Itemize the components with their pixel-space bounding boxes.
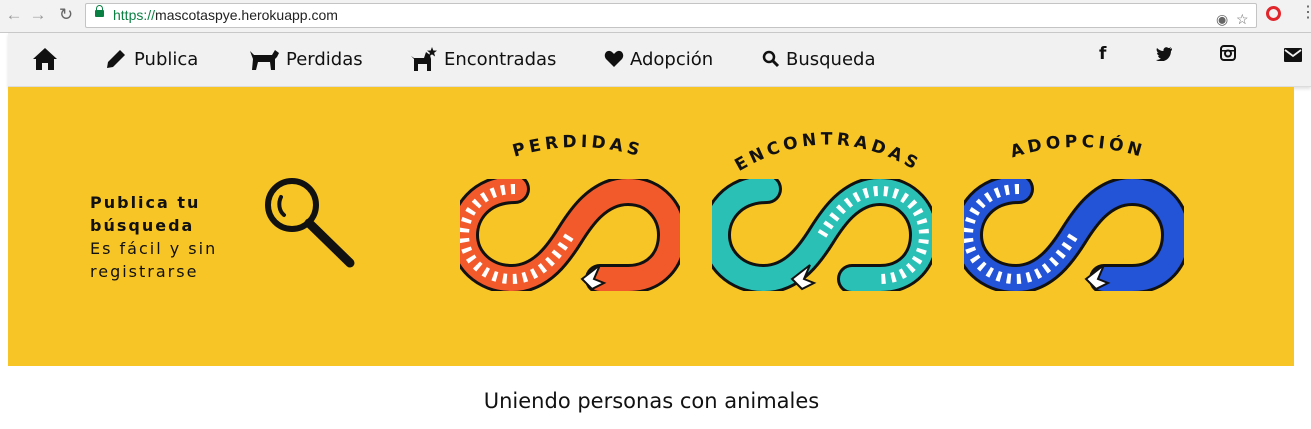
twitter-icon[interactable] <box>1156 46 1173 66</box>
svg-text:PERDIDAS: PERDIDAS <box>510 132 645 162</box>
tagline: Publica tu búsqueda Es fácil y sin regis… <box>90 191 217 283</box>
mail-icon[interactable] <box>1284 47 1302 67</box>
back-icon[interactable]: ← <box>4 5 24 25</box>
instagram-icon[interactable] <box>1220 45 1236 66</box>
site-navbar: Publica Perdidas Encontradas Adopción Bu… <box>8 33 1311 87</box>
nav-encontradas[interactable]: Encontradas <box>410 46 556 72</box>
dog-star-icon <box>411 47 437 71</box>
home-link[interactable] <box>32 46 64 72</box>
lock-icon <box>95 5 104 17</box>
dog-icon <box>250 50 279 70</box>
tagline-line-2: búsqueda <box>90 216 195 235</box>
heart-icon <box>604 50 624 67</box>
tagline-line-1: Publica tu <box>90 193 201 212</box>
reload-icon[interactable]: ↻ <box>56 5 76 25</box>
facebook-icon[interactable]: f <box>1099 44 1106 64</box>
shield-icon[interactable]: ◉ <box>1216 11 1228 28</box>
home-icon <box>33 48 57 70</box>
page-subtitle: Uniendo personas con animales <box>483 389 820 413</box>
url-text: https://mascotaspye.herokuapp.com <box>113 7 338 23</box>
address-bar[interactable]: https://mascotaspye.herokuapp.com ◉ ☆ <box>85 3 1257 28</box>
nav-label: Adopción <box>630 48 714 70</box>
tagline-line-3: Es fácil y sin <box>90 239 218 258</box>
menu-icon[interactable]: ⋮ <box>1300 5 1311 21</box>
forward-icon[interactable]: → <box>28 5 48 25</box>
nav-perdidas[interactable]: Perdidas <box>248 46 363 72</box>
pencil-icon <box>107 50 125 68</box>
magnifier-icon[interactable] <box>264 175 364 275</box>
nav-publica[interactable]: Publica <box>104 46 198 72</box>
svg-text:ENCONTRADAS: ENCONTRADAS <box>732 129 925 175</box>
nav-label: Publica <box>134 48 199 70</box>
nav-adopcion[interactable]: Adopción <box>604 46 713 72</box>
search-icon <box>762 50 780 68</box>
label-perdidas[interactable]: PERDIDAS <box>468 107 688 177</box>
hero-banner: Publica tu búsqueda Es fácil y sin regis… <box>8 87 1294 366</box>
nav-busqueda[interactable]: Busqueda <box>762 46 876 72</box>
infinity-encontradas[interactable] <box>712 179 932 291</box>
label-adopcion[interactable]: ADOPCIÓN <box>968 107 1188 177</box>
svg-text:ADOPCIÓN: ADOPCIÓN <box>1008 132 1148 162</box>
nav-label: Encontradas <box>444 48 557 70</box>
opera-icon[interactable] <box>1266 6 1281 21</box>
browser-toolbar: ← → ↻ https://mascotaspye.herokuapp.com … <box>0 0 1311 33</box>
star-icon[interactable]: ☆ <box>1236 11 1249 28</box>
tagline-line-4: registrarse <box>90 262 199 281</box>
infinity-adopcion[interactable] <box>964 179 1184 291</box>
nav-label: Perdidas <box>286 48 363 70</box>
nav-label: Busqueda <box>786 48 876 70</box>
infinity-perdidas[interactable] <box>460 179 680 291</box>
